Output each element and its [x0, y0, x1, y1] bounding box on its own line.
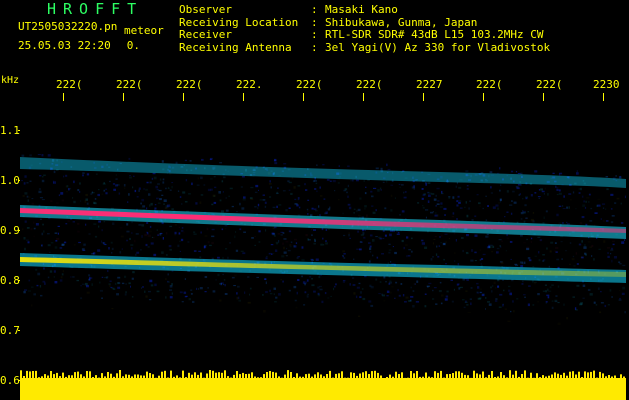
y-tick-1-0: 1.0	[0, 174, 20, 187]
y-tick-0-7: 0.7	[0, 324, 20, 337]
antenna-value: 3el Yagi(V) Az 330 for Vladivostok	[325, 40, 551, 54]
y-tick-0-9: 0.9	[0, 224, 20, 237]
filename-label: UT2505032220.pn	[18, 20, 118, 33]
x-tick-label: 2227	[416, 78, 443, 91]
colon-separator: :	[311, 3, 318, 16]
x-tick-label: 222(	[296, 78, 323, 91]
antenna-label: Receiving Antenna	[179, 40, 292, 54]
y-tick-0-8: 0.8	[0, 274, 20, 287]
observer-row: Observer : Masaki Kano	[179, 3, 550, 17]
x-tick-mark	[483, 93, 484, 101]
x-tick-label: 222.	[236, 78, 263, 91]
x-tick-label: 222(	[56, 78, 83, 91]
x-tick-mark	[543, 93, 544, 101]
spectrogram-canvas	[20, 102, 626, 400]
x-tick-mark	[183, 93, 184, 101]
receiver-row: Receiver : RTL-SDR SDR# 43dB L15 103.2MH…	[179, 29, 550, 42]
x-tick-mark	[123, 93, 124, 101]
x-tick-mark	[303, 93, 304, 101]
timestamp-line: 25.05.03 22:20 0.	[18, 40, 140, 52]
y-tick-0-6: 0.6	[0, 374, 20, 387]
x-tick-mark	[423, 93, 424, 101]
antenna-row: Receiving Antenna : 3el Yagi(V) Az 330 f…	[179, 40, 551, 55]
receiver-value: RTL-SDR SDR# 43dB L15 103.2MHz CW	[325, 28, 544, 42]
sequence-label: 0.	[126, 39, 140, 52]
colon-separator: :	[311, 40, 318, 54]
app-title: HROFFT	[47, 0, 144, 18]
meteor-label: meteor	[124, 24, 164, 37]
x-tick-mark	[243, 93, 244, 101]
receiver-label: Receiver	[179, 28, 232, 42]
y-axis-unit: kHz	[1, 75, 20, 86]
hrofft-meteor-screen: HROFFT UT2505032220.pn meteor 25.05.03 2…	[0, 0, 629, 400]
x-tick-label: 222(	[176, 78, 203, 91]
x-tick-label: 2230	[593, 78, 620, 91]
x-tick-mark	[63, 93, 64, 101]
x-tick-mark	[603, 93, 604, 101]
date-time-label: 25.05.03 22:20	[18, 39, 111, 52]
x-tick-label: 222(	[356, 78, 383, 91]
y-tick-1-1: 1.1	[0, 124, 20, 137]
x-tick-mark	[363, 93, 364, 101]
station-info: Observer : Masaki Kano Receiving Locatio…	[179, 3, 551, 55]
x-tick-label: 222(	[116, 78, 143, 91]
observer-label: Observer	[179, 3, 232, 16]
spectrogram-plot	[20, 102, 626, 400]
spectrogram-noise-layer	[20, 102, 626, 400]
colon-separator: :	[311, 28, 318, 42]
observer-value: Masaki Kano	[325, 3, 398, 16]
x-tick-label: 222(	[476, 78, 503, 91]
x-tick-label: 222(	[536, 78, 563, 91]
